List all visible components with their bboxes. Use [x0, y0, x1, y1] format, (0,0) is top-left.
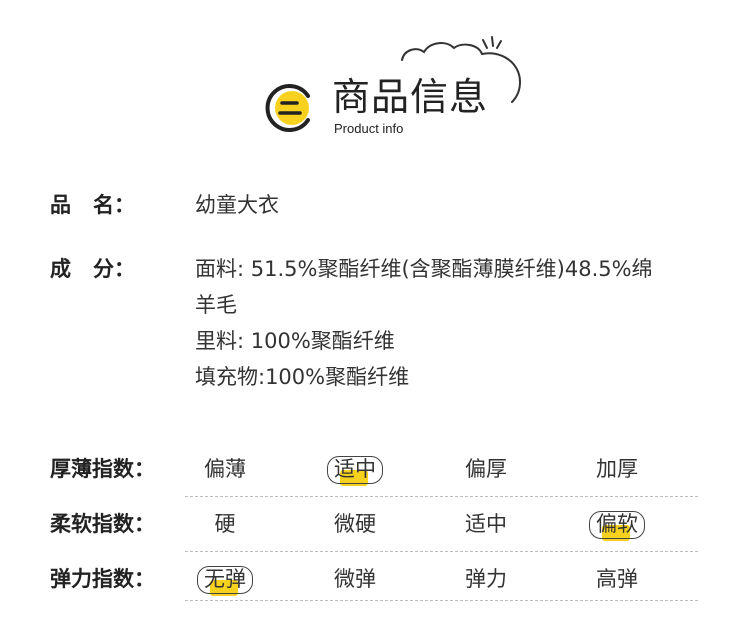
- index-row-elasticity: 弹力指数： 无弹 微弹 弹力 高弹: [0, 564, 750, 619]
- dashed-divider: [185, 496, 698, 497]
- index-row-softness: 柔软指数： 硬 微硬 适中 偏软: [0, 509, 750, 564]
- index-option: 高弹: [596, 567, 638, 591]
- info-label: 成分：: [50, 257, 135, 281]
- index-option-selected: 适中: [300, 454, 410, 486]
- index-option: 偏薄: [204, 457, 246, 481]
- index-label: 柔软指数：: [50, 512, 155, 536]
- index-label: 厚薄指数：: [50, 457, 155, 481]
- index-option: 微弹: [334, 567, 376, 591]
- index-option: 加厚: [596, 457, 638, 481]
- page-title: 商品信息: [332, 75, 489, 119]
- info-label: 品名：: [50, 193, 135, 217]
- index-option: 偏厚: [465, 457, 507, 481]
- header: 商品信息 Product info: [0, 0, 750, 150]
- dashed-divider: [185, 551, 698, 552]
- info-value: 面料: 51.5%聚酯纤维(含聚酯薄膜纤维)48.5%绵 羊毛 里料: 100%…: [195, 257, 653, 389]
- info-value: 幼童大衣: [195, 193, 279, 217]
- index-option-selected: 无弹: [170, 564, 280, 596]
- index-option: 弹力: [465, 567, 507, 591]
- index-label: 弹力指数：: [50, 567, 155, 591]
- page-subtitle: Product info: [334, 121, 404, 136]
- index-option: 硬: [214, 512, 236, 536]
- index-option: 适中: [465, 512, 507, 536]
- index-row-thickness: 厚薄指数： 偏薄 适中 偏厚 加厚: [0, 454, 750, 509]
- index-option-selected: 偏软: [562, 509, 672, 541]
- index-option: 微硬: [334, 512, 376, 536]
- info-icon: [265, 84, 310, 132]
- dashed-divider: [185, 600, 698, 601]
